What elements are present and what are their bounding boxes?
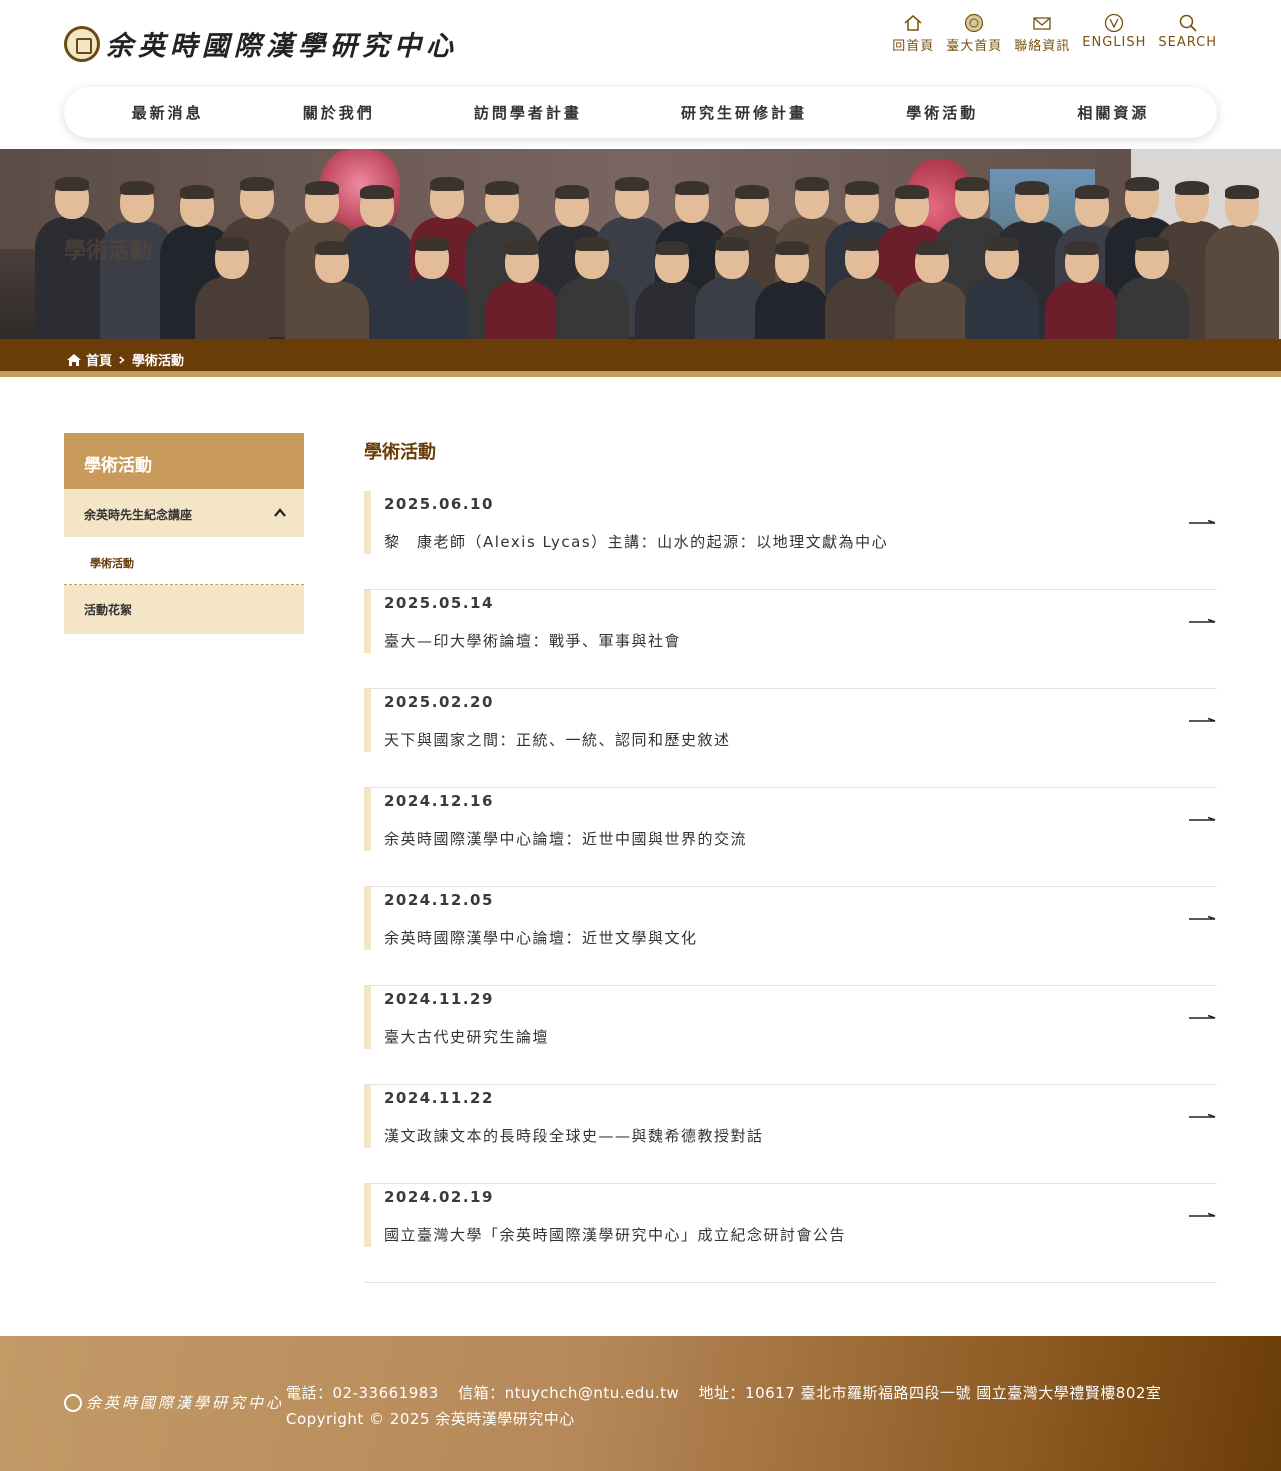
arrow-right-icon bbox=[1189, 915, 1216, 920]
sidebar: 學術活動 余英時先生紀念講座 學術活動 活動花絮 bbox=[64, 433, 304, 634]
footer-copyright: Copyright © 2025 余英時漢學研究中心 bbox=[286, 1410, 575, 1428]
home-icon bbox=[67, 353, 81, 366]
chevron-right-icon bbox=[119, 355, 125, 364]
list-item-accent-bar bbox=[364, 1184, 371, 1247]
sidebar-item-memorial-lecture[interactable]: 余英時先生紀念講座 bbox=[64, 489, 304, 537]
list-item-date: 2024.12.05 bbox=[384, 891, 494, 909]
footer-logo-text: 余英時國際漢學研究中心 bbox=[86, 1394, 285, 1412]
arrow-right-icon bbox=[1189, 816, 1216, 821]
list-item-date: 2025.02.20 bbox=[384, 693, 494, 711]
banner-title: 學術活動 bbox=[64, 239, 153, 264]
list-item-title[interactable]: 臺大—印大學術論壇：戰爭、軍事與社會 bbox=[384, 630, 681, 651]
list-item-accent-bar bbox=[364, 1085, 371, 1148]
home-link-label: 回首頁 bbox=[892, 39, 935, 54]
breadcrumb-bar: 首頁 學術活動 bbox=[0, 339, 1281, 377]
list-item-title[interactable]: 余英時國際漢學中心論壇：近世中國與世界的交流 bbox=[384, 828, 747, 849]
site-logo-text: 余英時國際漢學研究中心 bbox=[106, 31, 458, 62]
list-item-date: 2024.11.22 bbox=[384, 1089, 494, 1107]
list-item-date: 2024.12.16 bbox=[384, 792, 494, 810]
list-item[interactable]: 2024.12.05 余英時國際漢學中心論壇：近世文學與文化 bbox=[364, 887, 1217, 986]
mail-icon bbox=[1031, 12, 1053, 34]
home-icon bbox=[902, 12, 924, 34]
site-footer: 余英時國際漢學研究中心 電話：02-33661983 信箱：ntuychch@n… bbox=[0, 1336, 1281, 1471]
main-nav: 最新消息 關於我們 訪問學者計畫 研究生研修計畫 學術活動 相關資源 bbox=[64, 87, 1217, 138]
footer-email[interactable]: 信箱：ntuychch@ntu.edu.tw bbox=[458, 1384, 679, 1402]
footer-address: 地址：10617 臺北市羅斯福路四段一號 國立臺灣大學禮賢樓802室 bbox=[698, 1384, 1162, 1402]
list-item-title[interactable]: 黎 康老師（Alexis Lycas）主講：山水的起源：以地理文獻為中心 bbox=[384, 531, 888, 552]
search-link-label: SEARCH bbox=[1158, 35, 1217, 50]
main-content: 學術活動 2025.06.10 黎 康老師（Alexis Lycas）主講：山水的… bbox=[364, 433, 1217, 1283]
site-header: 余英時國際漢學研究中心 回首頁 臺大首頁 聯絡資訊 ENGLISH SEARCH… bbox=[0, 0, 1281, 149]
list-item-accent-bar bbox=[364, 788, 371, 851]
nav-item-visiting-scholars[interactable]: 訪問學者計畫 bbox=[474, 102, 582, 123]
arrow-right-icon bbox=[1189, 519, 1216, 524]
arrow-right-icon bbox=[1189, 1212, 1216, 1217]
english-link[interactable]: ENGLISH bbox=[1082, 12, 1146, 54]
list-item[interactable]: 2025.06.10 黎 康老師（Alexis Lycas）主講：山水的起源：以地… bbox=[364, 491, 1217, 590]
sidebar-title: 學術活動 bbox=[64, 433, 304, 489]
home-link[interactable]: 回首頁 bbox=[892, 12, 934, 54]
footer-logo: 余英時國際漢學研究中心 bbox=[64, 1392, 284, 1413]
banner-image: 學術活動 bbox=[0, 149, 1281, 339]
footer-contact: 電話：02-33661983 信箱：ntuychch@ntu.edu.tw 地址… bbox=[286, 1380, 1175, 1432]
site-logo[interactable]: 余英時國際漢學研究中心 bbox=[64, 24, 458, 63]
seal-icon bbox=[64, 1393, 82, 1412]
page-title: 學術活動 bbox=[364, 442, 436, 463]
list-item-date: 2025.05.14 bbox=[384, 594, 494, 612]
nav-item-about[interactable]: 關於我們 bbox=[303, 102, 375, 123]
list-item-title[interactable]: 臺大古代史研究生論壇 bbox=[384, 1026, 549, 1047]
footer-phone: 電話：02-33661983 bbox=[286, 1384, 439, 1402]
seal-icon bbox=[64, 25, 100, 62]
list-item-title[interactable]: 國立臺灣大學「余英時國際漢學研究中心」成立紀念研討會公告 bbox=[384, 1224, 846, 1245]
list-item[interactable]: 2024.11.29 臺大古代史研究生論壇 bbox=[364, 986, 1217, 1085]
list-item-accent-bar bbox=[364, 491, 371, 554]
list-item-accent-bar bbox=[364, 887, 371, 950]
list-item-date: 2024.02.19 bbox=[384, 1188, 494, 1206]
list-item-accent-bar bbox=[364, 590, 371, 653]
breadcrumb-current: 學術活動 bbox=[132, 354, 185, 369]
arrow-right-icon bbox=[1189, 1014, 1216, 1019]
list-item-title[interactable]: 余英時國際漢學中心論壇：近世文學與文化 bbox=[384, 927, 698, 948]
arrow-right-icon bbox=[1189, 618, 1216, 623]
contact-link-label: 聯絡資訊 bbox=[1014, 39, 1071, 54]
contact-link[interactable]: 聯絡資訊 bbox=[1014, 12, 1070, 54]
breadcrumb-home[interactable]: 首頁 bbox=[86, 350, 112, 369]
ntu-home-link-label: 臺大首頁 bbox=[946, 39, 1003, 54]
sidebar-item-label: 余英時先生紀念講座 bbox=[84, 508, 193, 522]
english-link-label: ENGLISH bbox=[1082, 35, 1147, 50]
nav-item-news[interactable]: 最新消息 bbox=[132, 102, 204, 123]
arrow-right-icon bbox=[1189, 1113, 1216, 1118]
search-link[interactable]: SEARCH bbox=[1158, 12, 1217, 54]
list-item-date: 2025.06.10 bbox=[384, 495, 494, 513]
sidebar-subitem-academic-activities[interactable]: 學術活動 bbox=[64, 537, 304, 585]
chevron-up-icon[interactable] bbox=[272, 505, 288, 521]
list-item[interactable]: 2025.02.20 天下與國家之間：正統、一統、認同和歷史敘述 bbox=[364, 689, 1217, 788]
list-item[interactable]: 2024.02.19 國立臺灣大學「余英時國際漢學研究中心」成立紀念研討會公告 bbox=[364, 1184, 1217, 1283]
search-icon bbox=[1177, 12, 1199, 34]
group-photo bbox=[15, 177, 1279, 339]
nav-item-academic-activities[interactable]: 學術活動 bbox=[906, 102, 978, 123]
list-item[interactable]: 2024.11.22 漢文政諫文本的長時段全球史——與魏希德教授對話 bbox=[364, 1085, 1217, 1184]
list-item-date: 2024.11.29 bbox=[384, 990, 494, 1008]
list-item[interactable]: 2025.05.14 臺大—印大學術論壇：戰爭、軍事與社會 bbox=[364, 590, 1217, 689]
breadcrumb: 首頁 學術活動 bbox=[66, 350, 184, 369]
utility-links: 回首頁 臺大首頁 聯絡資訊 ENGLISH SEARCH bbox=[892, 12, 1217, 54]
activity-list: 2025.06.10 黎 康老師（Alexis Lycas）主講：山水的起源：以地… bbox=[364, 491, 1217, 1283]
english-icon bbox=[1103, 12, 1125, 34]
arrow-right-icon bbox=[1189, 717, 1216, 722]
list-item[interactable]: 2024.12.16 余英時國際漢學中心論壇：近世中國與世界的交流 bbox=[364, 788, 1217, 887]
ntu-home-link[interactable]: 臺大首頁 bbox=[946, 12, 1002, 54]
nav-item-resources[interactable]: 相關資源 bbox=[1077, 102, 1149, 123]
list-item-accent-bar bbox=[364, 689, 371, 752]
list-item-title[interactable]: 天下與國家之間：正統、一統、認同和歷史敘述 bbox=[384, 729, 731, 750]
list-item-title[interactable]: 漢文政諫文本的長時段全球史——與魏希德教授對話 bbox=[384, 1125, 764, 1146]
list-item-accent-bar bbox=[364, 986, 371, 1049]
nav-item-graduate-program[interactable]: 研究生研修計畫 bbox=[681, 102, 807, 123]
ntu-seal-icon bbox=[963, 12, 985, 34]
sidebar-item-highlights[interactable]: 活動花絮 bbox=[64, 585, 304, 634]
